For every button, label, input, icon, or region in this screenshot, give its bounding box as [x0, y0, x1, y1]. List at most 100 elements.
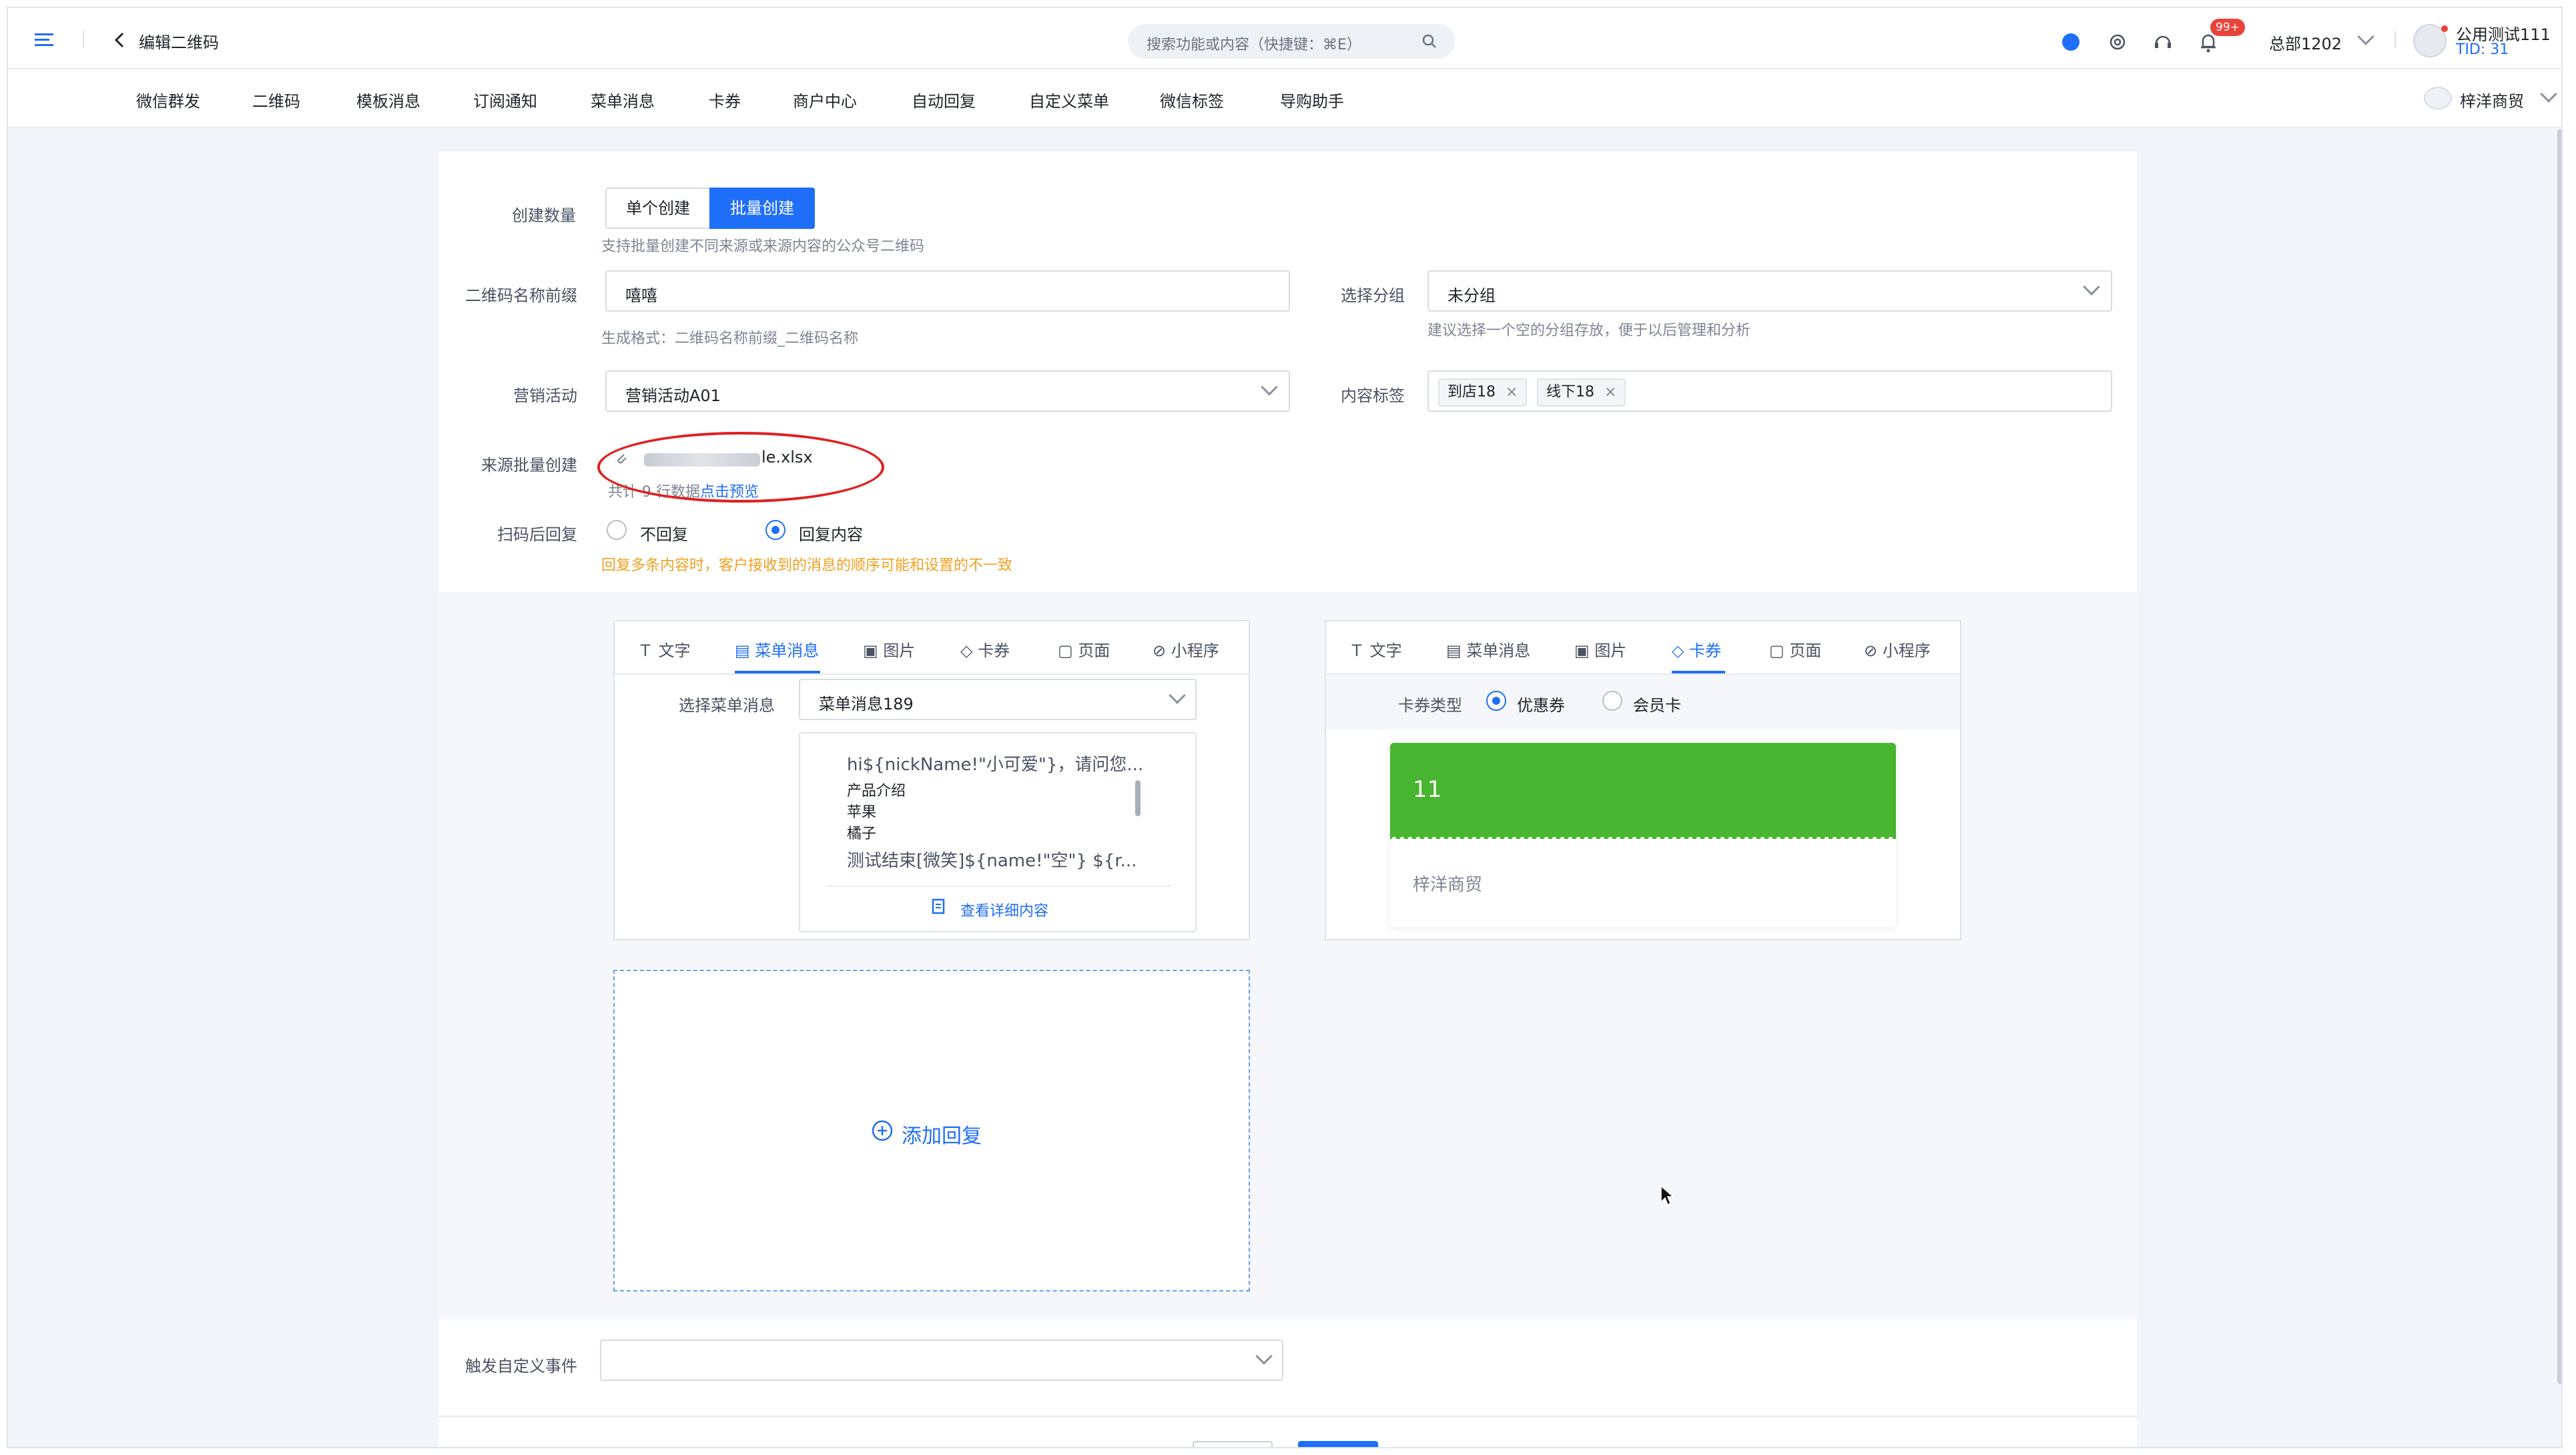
add-reply-label: 添加回复	[902, 1125, 982, 1148]
settings-icon[interactable]	[2108, 32, 2128, 55]
no-reply-radio[interactable]	[607, 520, 627, 540]
select-menu-message-label: 选择菜单消息	[679, 696, 775, 715]
account-name: 梓洋商贸	[2460, 92, 2524, 111]
nav-item[interactable]: 商户中心	[793, 88, 857, 111]
nav-item[interactable]: 导购助手	[1280, 88, 1344, 111]
search-input[interactable]: 搜索功能或内容（快捷键：⌘E）	[1147, 33, 1361, 54]
org-name: 总部1202	[2269, 35, 2342, 53]
campaign-value: 营销活动A01	[625, 386, 721, 405]
divider	[2394, 31, 2396, 48]
mouse-cursor-icon	[1660, 1185, 1676, 1210]
tab-menu-message[interactable]: ▤ 菜单消息	[1446, 637, 1530, 661]
reply-order-warning: 回复多条内容时，客户接收到的消息的顺序可能和设置的不一致	[601, 557, 1013, 574]
app-status-icon[interactable]	[2062, 33, 2079, 51]
image-icon: ▣	[1574, 641, 1595, 660]
close-icon[interactable]: ×	[1604, 384, 1616, 400]
menu-message-value: 菜单消息189	[819, 695, 914, 713]
tab-coupon[interactable]: ◇ 卡券	[960, 637, 1010, 661]
nav-item[interactable]: 模板消息	[356, 88, 420, 111]
single-create-button[interactable]: 单个创建	[605, 188, 711, 229]
notification-badge: 99+	[2210, 19, 2245, 36]
app-window: 编辑二维码 搜索功能或内容（快捷键：⌘E） 99+ 总部1202 公用测试111…	[7, 7, 2563, 1448]
image-icon: ▣	[863, 641, 884, 660]
page-scrollbar[interactable]	[2557, 129, 2561, 1384]
plus-circle-icon	[871, 1119, 894, 1145]
trigger-event-label: 触发自定义事件	[465, 1357, 577, 1376]
source-batch-label: 来源批量创建	[481, 456, 577, 475]
nav-item[interactable]: 卡券	[709, 88, 741, 111]
no-reply-label[interactable]: 不回复	[640, 521, 688, 545]
nav-item[interactable]: 菜单消息	[591, 88, 655, 111]
batch-create-button[interactable]: 批量创建	[709, 188, 815, 229]
mini-program-icon: ⊘	[1864, 641, 1883, 660]
menu-icon[interactable]	[35, 33, 53, 47]
account-selector[interactable]: 梓洋商贸	[2424, 84, 2557, 113]
divider	[83, 31, 84, 48]
member-card-label[interactable]: 会员卡	[1633, 692, 1681, 715]
prefix-label: 二维码名称前缀	[465, 286, 577, 305]
nav-item[interactable]: 微信群发	[136, 88, 200, 111]
org-selector[interactable]: 总部1202	[2269, 28, 2376, 53]
tab-mini-program[interactable]: ⊘ 小程序	[1153, 637, 1219, 661]
nav-item[interactable]: 微信标签	[1160, 88, 1224, 111]
global-search[interactable]: 搜索功能或内容（快捷键：⌘E）	[1128, 24, 1455, 59]
nav-item[interactable]: 二维码	[252, 88, 300, 111]
tab-image[interactable]: ▣ 图片	[1574, 637, 1626, 661]
prefix-value: 嘻嘻	[625, 286, 657, 305]
reply-panel-coupon: Ｔ 文字 ▤ 菜单消息 ▣ 图片 ◇ 卡券 ▢ 页面 ⊘ 小程序 卡券类型 优惠…	[1325, 620, 1961, 940]
nav-item[interactable]: 自动回复	[912, 88, 976, 111]
avatar-status-dot	[2441, 25, 2448, 32]
tab-coupon[interactable]: ◇ 卡券	[1672, 637, 1721, 661]
menu-item: 苹果	[847, 804, 877, 821]
reply-content-label[interactable]: 回复内容	[799, 521, 863, 545]
search-icon[interactable]	[1421, 33, 1437, 52]
cancel-button[interactable]	[1193, 1441, 1273, 1447]
chevron-down-icon	[2540, 85, 2557, 103]
view-detail-link[interactable]: 查看详细内容	[960, 899, 1048, 920]
coupon-merchant: 梓洋商贸	[1413, 875, 1483, 895]
coupon-card[interactable]: 11 梓洋商贸	[1390, 743, 1896, 927]
chevron-down-icon	[1255, 1348, 1273, 1365]
nav-item[interactable]: 订阅通知	[473, 88, 537, 111]
menu-message-select[interactable]: 菜单消息189	[799, 679, 1197, 720]
divider	[827, 886, 1171, 887]
chevron-down-icon	[2357, 28, 2374, 45]
text-icon: Ｔ	[637, 641, 659, 660]
page-icon: ▢	[1769, 641, 1790, 660]
tag-chip: 到店18 ×	[1438, 378, 1528, 406]
reply-type-tabs: Ｔ 文字 ▤ 菜单消息 ▣ 图片 ◇ 卡券 ▢ 页面 ⊘ 小程序	[1326, 621, 1960, 675]
tab-page[interactable]: ▢ 页面	[1058, 637, 1110, 661]
group-hint: 建议选择一个空的分组存放，便于以后管理和分析	[1427, 322, 1751, 339]
prefix-input[interactable]: 嘻嘻	[605, 270, 1290, 312]
member-card-radio[interactable]	[1602, 691, 1622, 711]
nav-item[interactable]: 自定义菜单	[1029, 88, 1109, 111]
back-icon[interactable]	[113, 32, 127, 48]
tab-menu-message[interactable]: ▤ 菜单消息	[735, 637, 819, 661]
tab-image[interactable]: ▣ 图片	[863, 637, 915, 661]
reply-content-radio[interactable]	[765, 520, 785, 540]
group-select[interactable]: 未分组	[1427, 270, 2112, 312]
support-icon[interactable]	[2153, 32, 2173, 55]
trigger-event-select[interactable]	[600, 1340, 1283, 1381]
preview-scrollbar[interactable]	[1135, 780, 1141, 816]
create-count-label: 创建数量	[512, 206, 576, 225]
tab-text[interactable]: Ｔ 文字	[637, 637, 691, 661]
tab-page[interactable]: ▢ 页面	[1769, 637, 1821, 661]
group-label: 选择分组	[1341, 286, 1405, 305]
coupon-radio[interactable]	[1486, 691, 1506, 711]
active-tab-indicator	[1672, 671, 1725, 673]
close-icon[interactable]: ×	[1506, 384, 1518, 400]
tab-mini-program[interactable]: ⊘ 小程序	[1864, 637, 1931, 661]
menu-message-icon: ▤	[735, 641, 755, 660]
tab-text[interactable]: Ｔ 文字	[1349, 637, 1402, 661]
notification-bell-icon[interactable]	[2198, 32, 2218, 56]
tag-label: 到店18	[1447, 384, 1496, 400]
confirm-button[interactable]	[1298, 1441, 1378, 1447]
page-icon: ▢	[1058, 641, 1078, 660]
content-tag-select[interactable]: 到店18 × 线下18 ×	[1427, 370, 2112, 412]
add-reply-box[interactable]: 添加回复	[613, 970, 1250, 1291]
coupon-label[interactable]: 优惠券	[1517, 692, 1565, 715]
campaign-select[interactable]: 营销活动A01	[605, 370, 1290, 412]
menu-item: 橘子	[847, 826, 877, 842]
annotation-ellipse	[597, 432, 884, 503]
